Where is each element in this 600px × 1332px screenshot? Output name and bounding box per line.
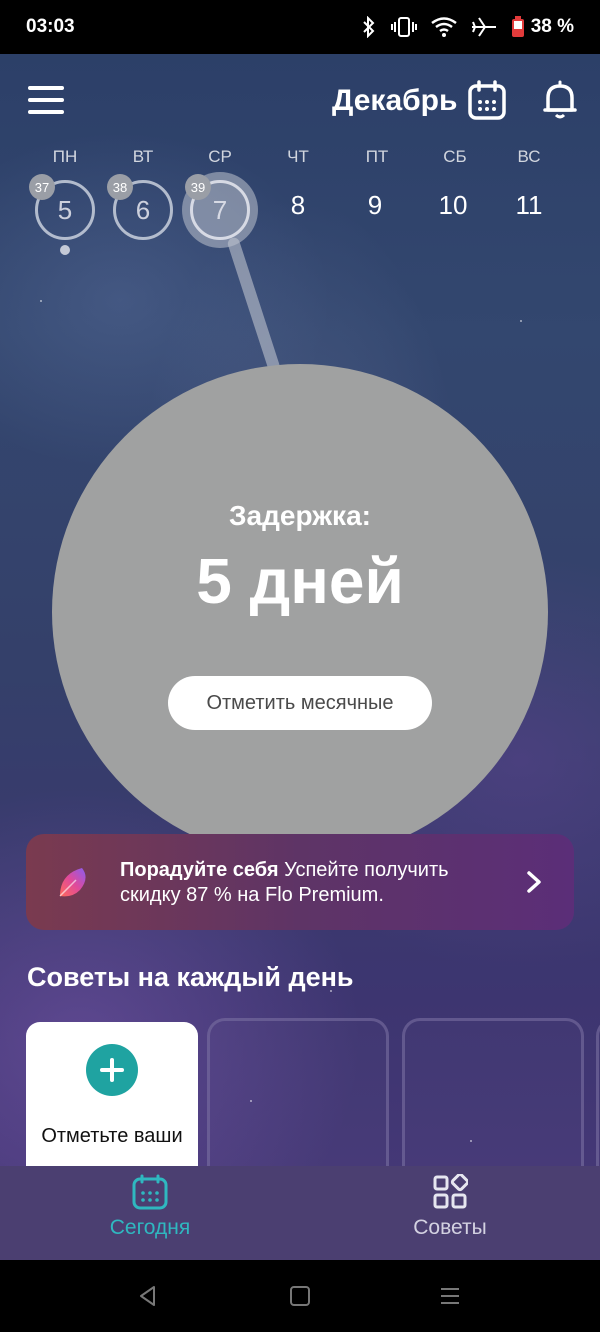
log-period-button[interactable]: Отметить месячные xyxy=(168,676,432,730)
weekday-label: ВТ xyxy=(132,147,154,166)
weekday-label: ВС xyxy=(517,147,541,166)
chevron-right-icon xyxy=(527,871,541,893)
tab-today-label: Сегодня xyxy=(109,1216,191,1239)
calendar-icon[interactable] xyxy=(468,80,506,120)
cycle-day-badge: 38 xyxy=(107,174,133,200)
tab-today[interactable]: Сегодня xyxy=(0,1166,300,1260)
menu-button[interactable] xyxy=(28,86,64,114)
month-title[interactable]: Декабрь xyxy=(332,84,457,118)
weekday-label: ЧТ xyxy=(287,147,309,166)
tips-section-title: Советы на каждый день xyxy=(27,962,354,992)
promo-title: Порадуйте себя xyxy=(120,859,279,881)
today-connector xyxy=(226,236,281,374)
note-dot xyxy=(60,245,70,255)
vibrate-icon xyxy=(390,17,417,37)
flo-feather-icon xyxy=(59,868,86,897)
airplane-icon xyxy=(471,17,496,37)
cycle-day-badge: 37 xyxy=(29,174,55,200)
weekday-label: ПТ xyxy=(365,147,389,166)
premium-promo-banner[interactable]: Порадуйте себя Успейте получить скидку 8… xyxy=(26,834,574,930)
log-symptoms-label: Отметьте ваши xyxy=(41,1125,183,1147)
battery-icon xyxy=(511,16,524,37)
bluetooth-icon xyxy=(362,16,375,38)
day-cell[interactable]: 9 xyxy=(345,190,405,221)
cycle-day-badge: 39 xyxy=(185,174,211,200)
plus-icon[interactable] xyxy=(86,1044,138,1096)
battery-percent: 38 % xyxy=(530,16,574,37)
day-cell[interactable]: 11 xyxy=(499,190,559,221)
status-time: 03:03 xyxy=(26,16,75,37)
recents-icon[interactable] xyxy=(438,1284,462,1308)
bell-icon[interactable] xyxy=(542,80,578,120)
wifi-icon xyxy=(430,17,457,37)
delay-label: Задержка: xyxy=(229,500,371,531)
status-bar: 03:03 38 % xyxy=(0,0,600,54)
delay-value: 5 дней xyxy=(196,545,404,617)
day-cell[interactable]: 8 xyxy=(268,190,328,221)
weekday-label: СБ xyxy=(443,147,467,166)
calendar-icon xyxy=(132,1174,168,1210)
app-screen: 03:03 38 % Декабрь ПН ВТ СР ЧТ ПТ СБ ВС … xyxy=(0,0,600,1332)
tab-tips-label: Советы xyxy=(413,1216,487,1239)
weekday-label: СР xyxy=(208,147,232,166)
promo-text: Порадуйте себя Успейте получить скидку 8… xyxy=(120,858,500,908)
system-nav-bar xyxy=(0,1260,600,1332)
weekday-label: ПН xyxy=(52,147,78,166)
cycle-circle: Задержка: 5 дней Отметить месячные xyxy=(52,364,548,860)
day-cell[interactable]: 10 xyxy=(423,190,483,221)
tab-tips[interactable]: Советы xyxy=(300,1166,600,1260)
back-icon[interactable] xyxy=(136,1284,160,1308)
header: Декабрь xyxy=(0,76,600,126)
home-icon[interactable] xyxy=(288,1284,312,1308)
bottom-tab-bar: Сегодня Советы xyxy=(0,1166,600,1260)
grid-icon xyxy=(433,1174,468,1209)
